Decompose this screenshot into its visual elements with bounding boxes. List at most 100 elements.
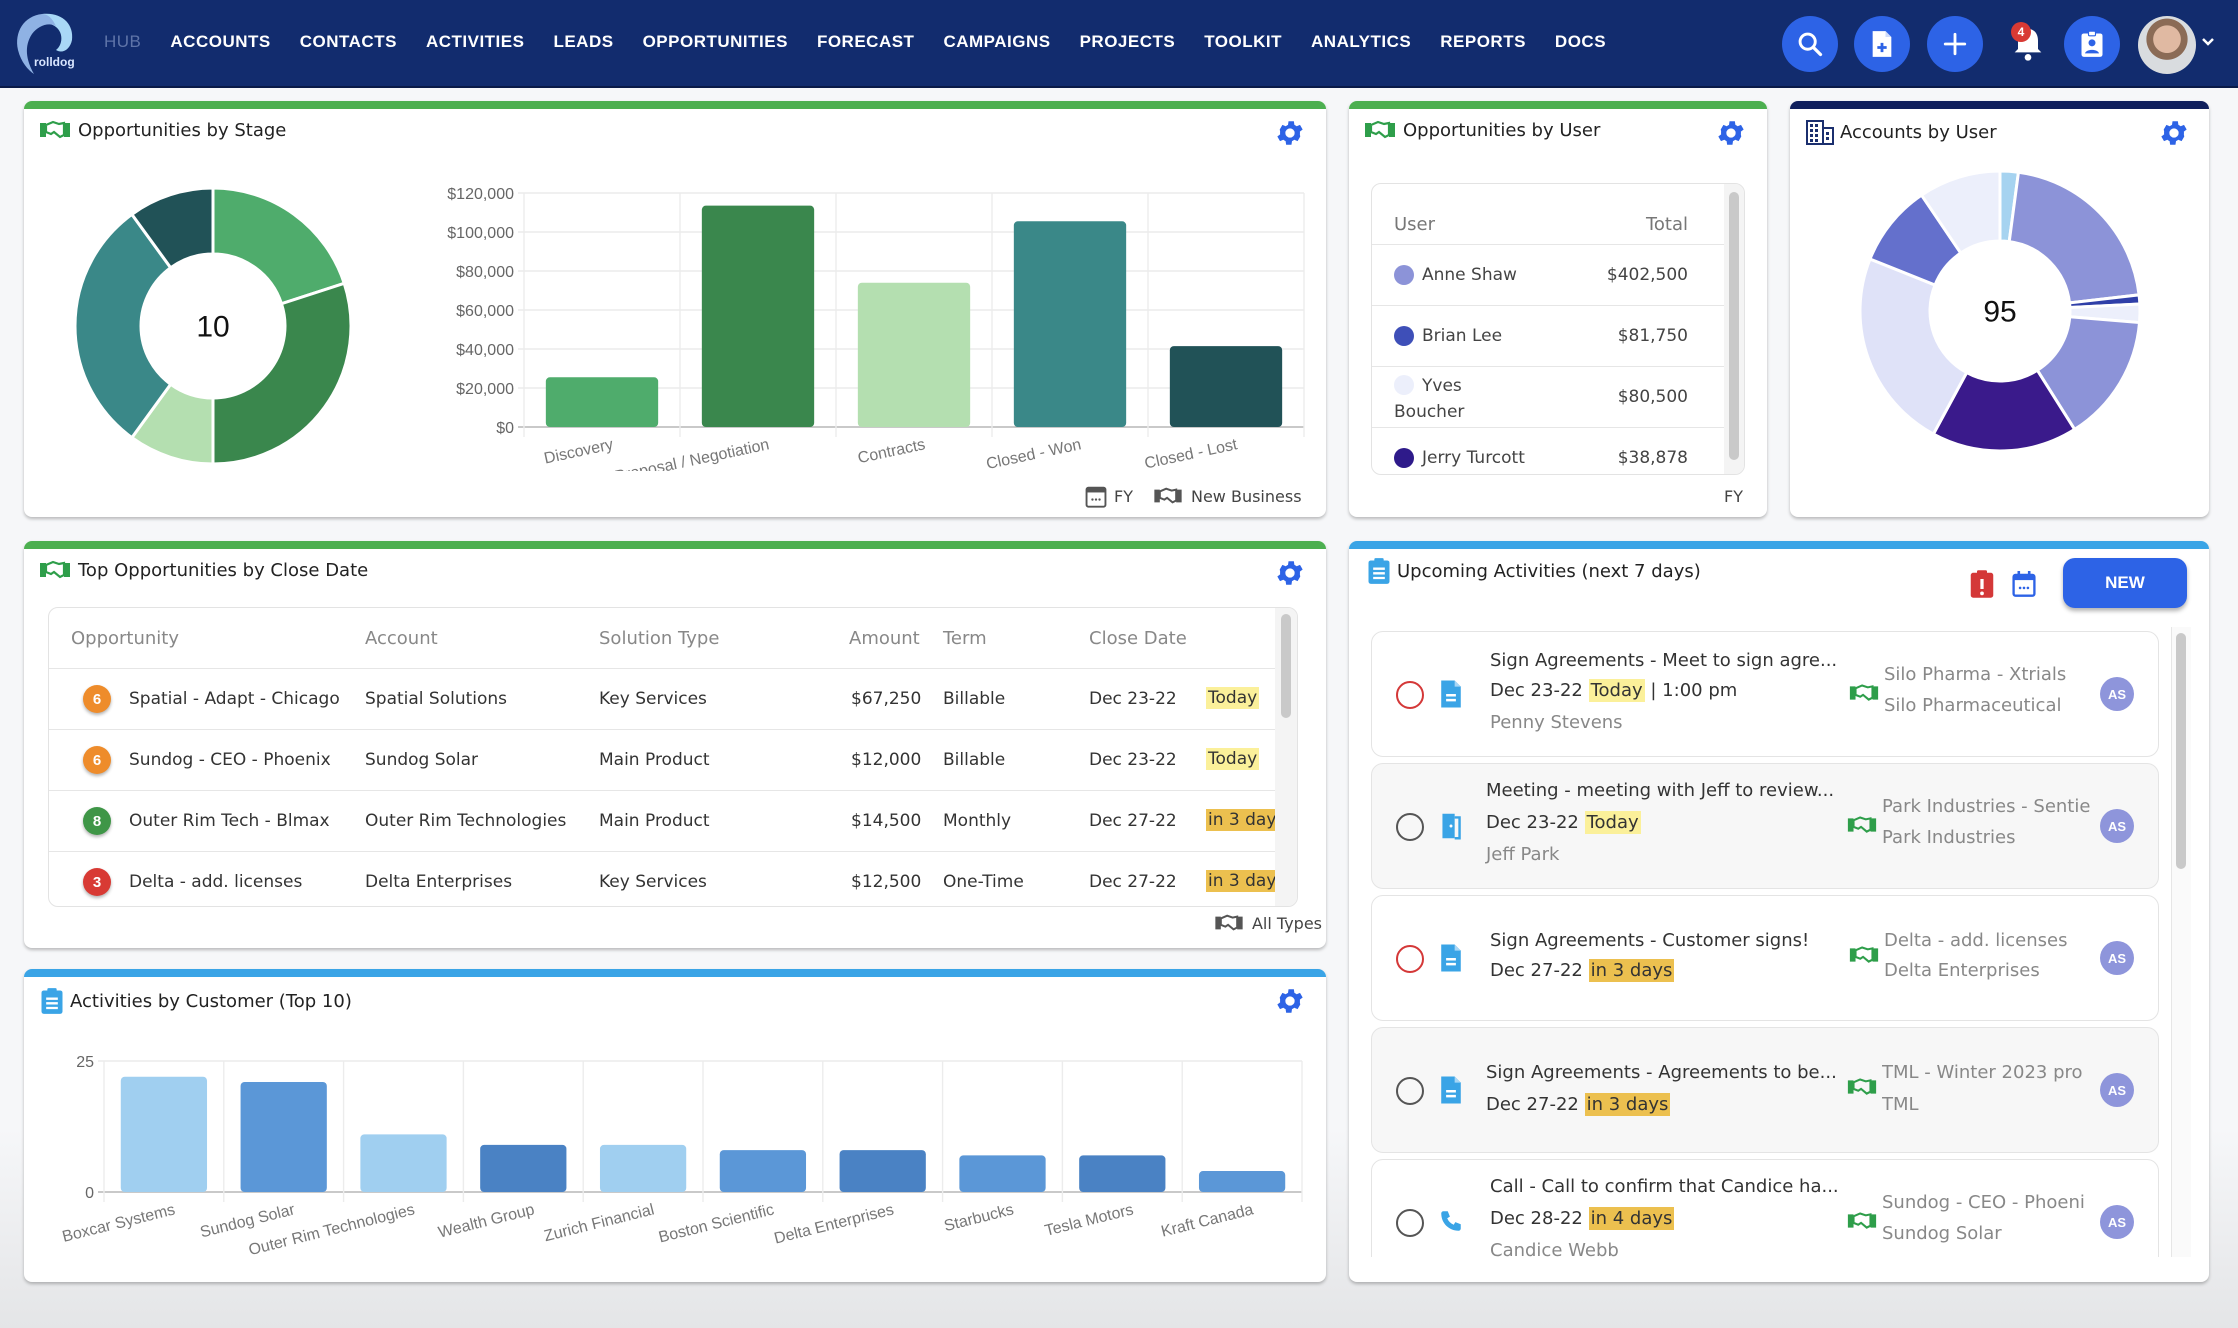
phone-icon <box>1441 1211 1461 1231</box>
contact-card-button[interactable] <box>2064 16 2120 72</box>
gear-icon[interactable] <box>2158 117 2190 149</box>
donut-center-label: 10 <box>196 311 229 344</box>
nav-hub[interactable]: HUB <box>104 32 141 52</box>
calendar-icon[interactable] <box>1084 483 1108 509</box>
search-button[interactable] <box>1782 16 1838 72</box>
activity-item[interactable]: Meeting - meeting with Jeff to review...… <box>1371 763 2159 889</box>
gear-icon[interactable] <box>1715 117 1747 149</box>
table-row[interactable]: 8 Outer Rim Tech - Blmax Outer Rim Techn… <box>49 790 1288 851</box>
account-name[interactable]: Delta Enterprises <box>365 872 512 892</box>
activity-contact[interactable]: Jeff Park <box>1486 844 1559 865</box>
scrollbar-thumb[interactable] <box>1281 614 1291 718</box>
nav-campaigns[interactable]: CAMPAIGNS <box>943 32 1050 52</box>
add-button[interactable] <box>1927 16 1983 72</box>
account-name[interactable]: Sundog Solar <box>365 750 478 770</box>
opportunity-name[interactable]: Sundog - CEO - Phoenix <box>129 750 331 770</box>
column-header[interactable]: Opportunity <box>71 628 179 649</box>
nav-contacts[interactable]: CONTACTS <box>300 32 397 52</box>
activity-item[interactable]: Sign Agreements - Meet to sign agre... D… <box>1371 631 2159 757</box>
nav-reports[interactable]: REPORTS <box>1440 32 1526 52</box>
x-tick-label: Proposal / Negotiation <box>613 436 771 471</box>
bar <box>1198 1171 1286 1192</box>
table-row[interactable]: 6 Spatial - Adapt - Chicago Spatial Solu… <box>49 668 1275 729</box>
nav-opportunities[interactable]: OPPORTUNITIES <box>643 32 788 52</box>
related-account[interactable]: Sundog Solar <box>1882 1223 2094 1244</box>
activity-contact[interactable]: Penny Stevens <box>1490 712 1623 733</box>
gear-icon[interactable] <box>1274 117 1306 149</box>
complete-checkbox[interactable] <box>1396 945 1424 973</box>
related-opportunity[interactable]: TML - Winter 2023 pro <box>1882 1062 2094 1083</box>
due-badge: Today <box>1588 679 1645 702</box>
bar <box>701 205 815 427</box>
complete-checkbox[interactable] <box>1396 813 1424 841</box>
column-header[interactable]: Solution Type <box>599 628 719 649</box>
scrollbar-thumb[interactable] <box>2176 633 2186 869</box>
x-tick-label: Starbucks <box>942 1201 1015 1235</box>
y-tick-label: 0 <box>85 1185 94 1202</box>
user-row[interactable]: Anne Shaw $402,500 <box>1372 244 1724 305</box>
new-activity-button[interactable]: NEW <box>2063 558 2187 608</box>
related-opportunity[interactable]: Delta - add. licenses <box>1884 930 2096 951</box>
column-header[interactable]: Term <box>943 628 987 649</box>
activity-item[interactable]: Sign Agreements - Customer signs! Dec 27… <box>1371 895 2159 1021</box>
nav-docs[interactable]: DOCS <box>1555 32 1606 52</box>
opportunity-name[interactable]: Spatial - Adapt - Chicago <box>129 689 340 709</box>
notification-count-badge: 4 <box>2011 22 2031 42</box>
period-filter[interactable]: FY <box>1114 487 1133 506</box>
nav-projects[interactable]: PROJECTS <box>1080 32 1176 52</box>
user-row[interactable]: Jerry Turcott $38,878 <box>1372 427 1724 474</box>
complete-checkbox[interactable] <box>1396 1209 1424 1237</box>
type-filter[interactable]: New Business <box>1191 487 1302 506</box>
user-total: $80,500 <box>1617 387 1688 407</box>
calendar-icon[interactable] <box>2011 569 2037 599</box>
nav-leads[interactable]: LEADS <box>553 32 613 52</box>
nav-toolkit[interactable]: TOOLKIT <box>1204 32 1282 52</box>
chevron-down-icon[interactable] <box>2200 34 2216 50</box>
card-title: Upcoming Activities (next 7 days) <box>1367 557 1701 585</box>
related-account[interactable]: Silo Pharmaceutical <box>1884 695 2096 716</box>
y-tick-label: $20,000 <box>456 381 514 398</box>
related-opportunity[interactable]: Sundog - CEO - Phoeni <box>1882 1192 2094 1213</box>
complete-checkbox[interactable] <box>1396 681 1424 709</box>
related-account[interactable]: Park Industries <box>1882 827 2094 848</box>
table-row[interactable]: 6 Sundog - CEO - Phoenix Sundog Solar Ma… <box>49 729 1275 790</box>
x-tick-label: Kraft Canada <box>1159 1201 1255 1240</box>
date-text: Dec 23-22 <box>1486 812 1579 833</box>
scrollbar-thumb[interactable] <box>1729 192 1739 460</box>
activity-contact[interactable]: Candice Webb <box>1490 1240 1619 1257</box>
activity-item[interactable]: Sign Agreements - Agreements to be... De… <box>1371 1027 2159 1153</box>
card-title-text: Upcoming Activities (next 7 days) <box>1397 560 1701 582</box>
gear-icon[interactable] <box>1274 985 1306 1017</box>
activity-item[interactable]: Call - Call to confirm that Candice ha..… <box>1371 1159 2159 1257</box>
related-account[interactable]: Delta Enterprises <box>1884 960 2096 981</box>
nav-activities[interactable]: ACTIVITIES <box>426 32 525 52</box>
overdue-alert-icon[interactable] <box>1969 569 1995 599</box>
gear-icon[interactable] <box>1274 557 1306 589</box>
column-header[interactable]: Close Date <box>1089 628 1187 649</box>
related-account[interactable]: TML <box>1882 1094 2094 1115</box>
user-avatar[interactable] <box>2138 16 2196 74</box>
column-header[interactable]: Amount <box>849 628 920 649</box>
related-opportunity[interactable]: Silo Pharma - Xtrials <box>1884 664 2096 685</box>
table-row[interactable]: 3 Delta - add. licenses Delta Enterprise… <box>49 851 1288 906</box>
user-row[interactable]: Yves Boucher $80,500 <box>1372 366 1724 427</box>
handshake-icon <box>1847 1212 1877 1229</box>
nav-forecast[interactable]: FORECAST <box>817 32 915 52</box>
account-name[interactable]: Outer Rim Technologies <box>365 811 566 831</box>
account-name[interactable]: Spatial Solutions <box>365 689 507 709</box>
opportunity-name[interactable]: Outer Rim Tech - Blmax <box>129 811 330 831</box>
meeting-door-icon <box>1442 813 1461 840</box>
related-opportunity[interactable]: Park Industries - Sentie <box>1882 796 2094 817</box>
nav-analytics[interactable]: ANALYTICS <box>1311 32 1411 52</box>
x-tick-label: Delta Enterprises <box>772 1201 895 1247</box>
complete-checkbox[interactable] <box>1396 1077 1424 1105</box>
period-filter[interactable]: FY <box>1724 487 1743 506</box>
nav-accounts[interactable]: ACCOUNTS <box>170 32 270 52</box>
new-document-button[interactable] <box>1854 16 1910 72</box>
user-row[interactable]: Brian Lee $81,750 <box>1372 305 1724 366</box>
column-header[interactable]: Account <box>365 628 438 649</box>
y-tick-label: $60,000 <box>456 303 514 320</box>
stage-badge: 3 <box>83 868 111 896</box>
type-filter[interactable]: All Types <box>1212 913 1322 933</box>
opportunity-name[interactable]: Delta - add. licenses <box>129 872 302 892</box>
